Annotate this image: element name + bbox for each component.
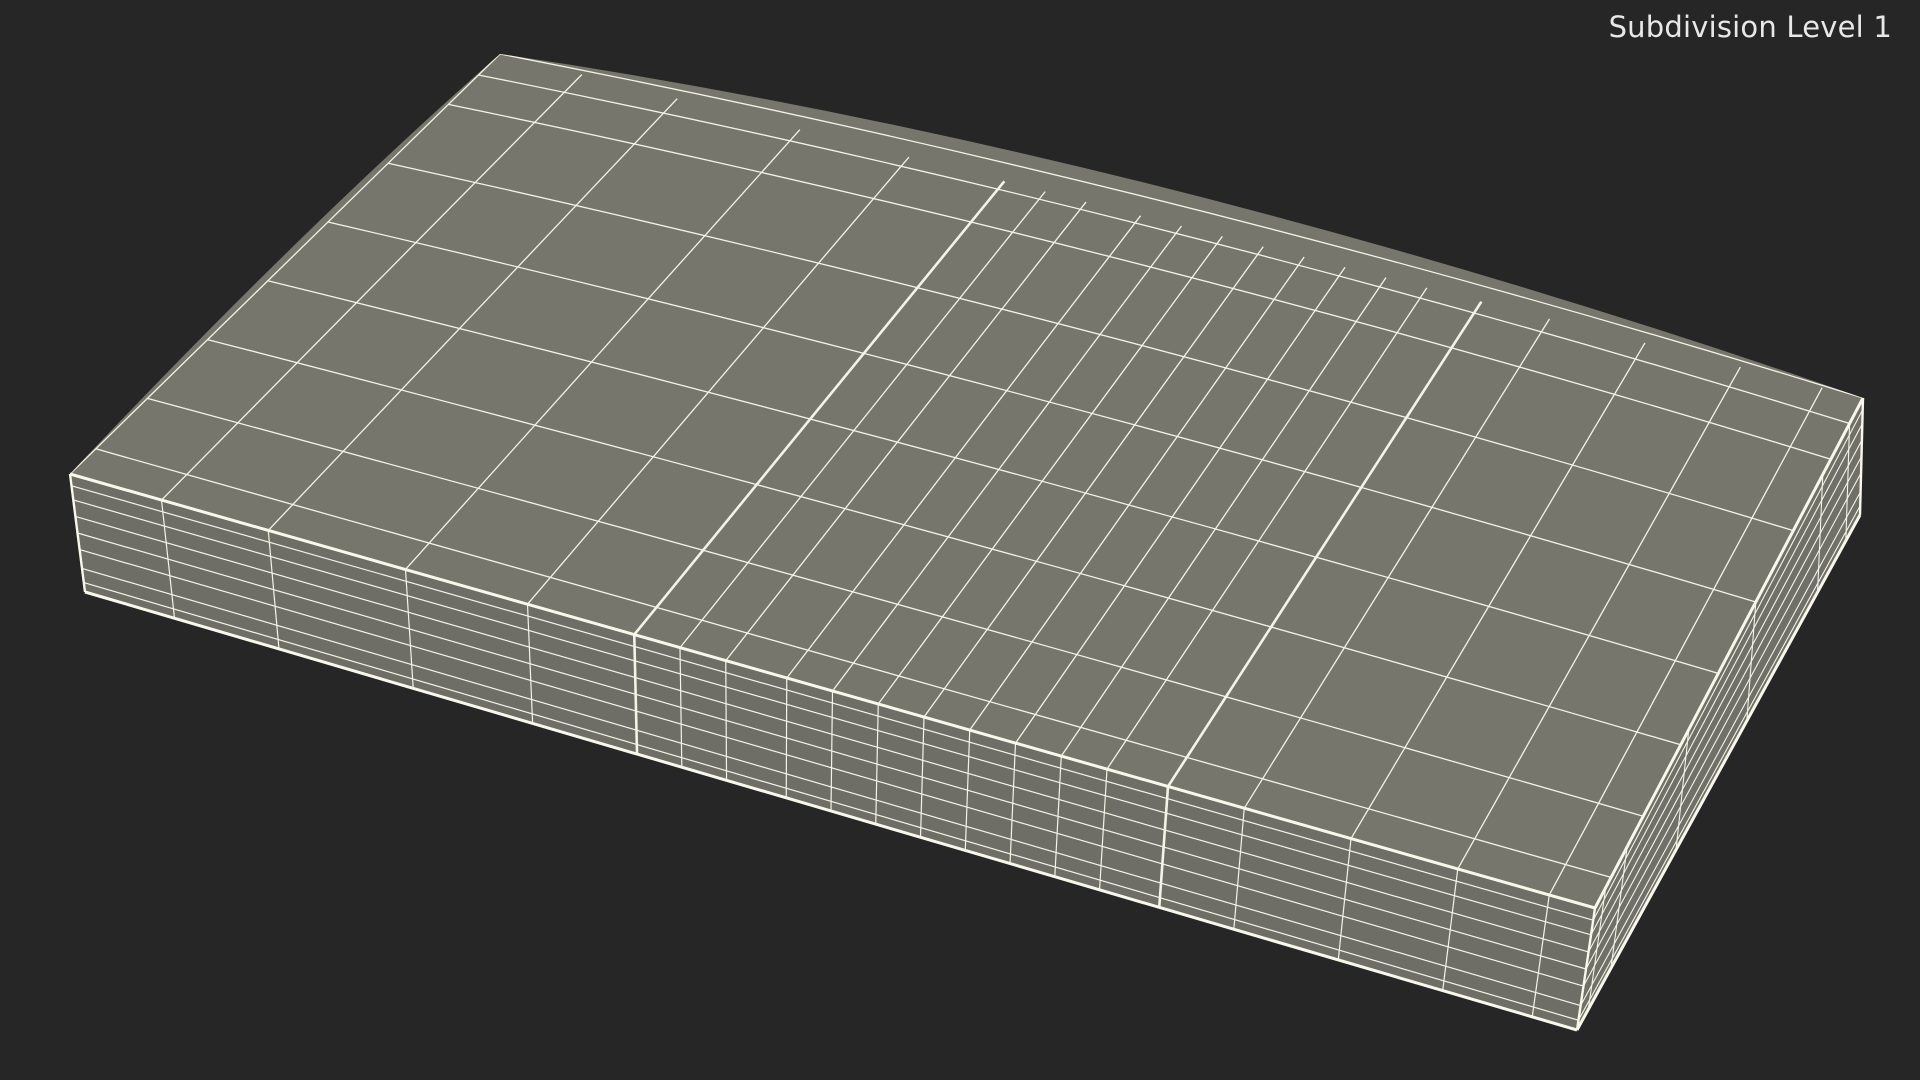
subdivision-level-label: Subdivision Level 1	[1608, 10, 1892, 44]
wireframe-render	[68, 54, 1865, 1032]
front-grid-column-line	[785, 677, 788, 798]
viewport: Subdivision Level 1	[0, 0, 1920, 1080]
front-grid-column-line	[725, 660, 728, 781]
